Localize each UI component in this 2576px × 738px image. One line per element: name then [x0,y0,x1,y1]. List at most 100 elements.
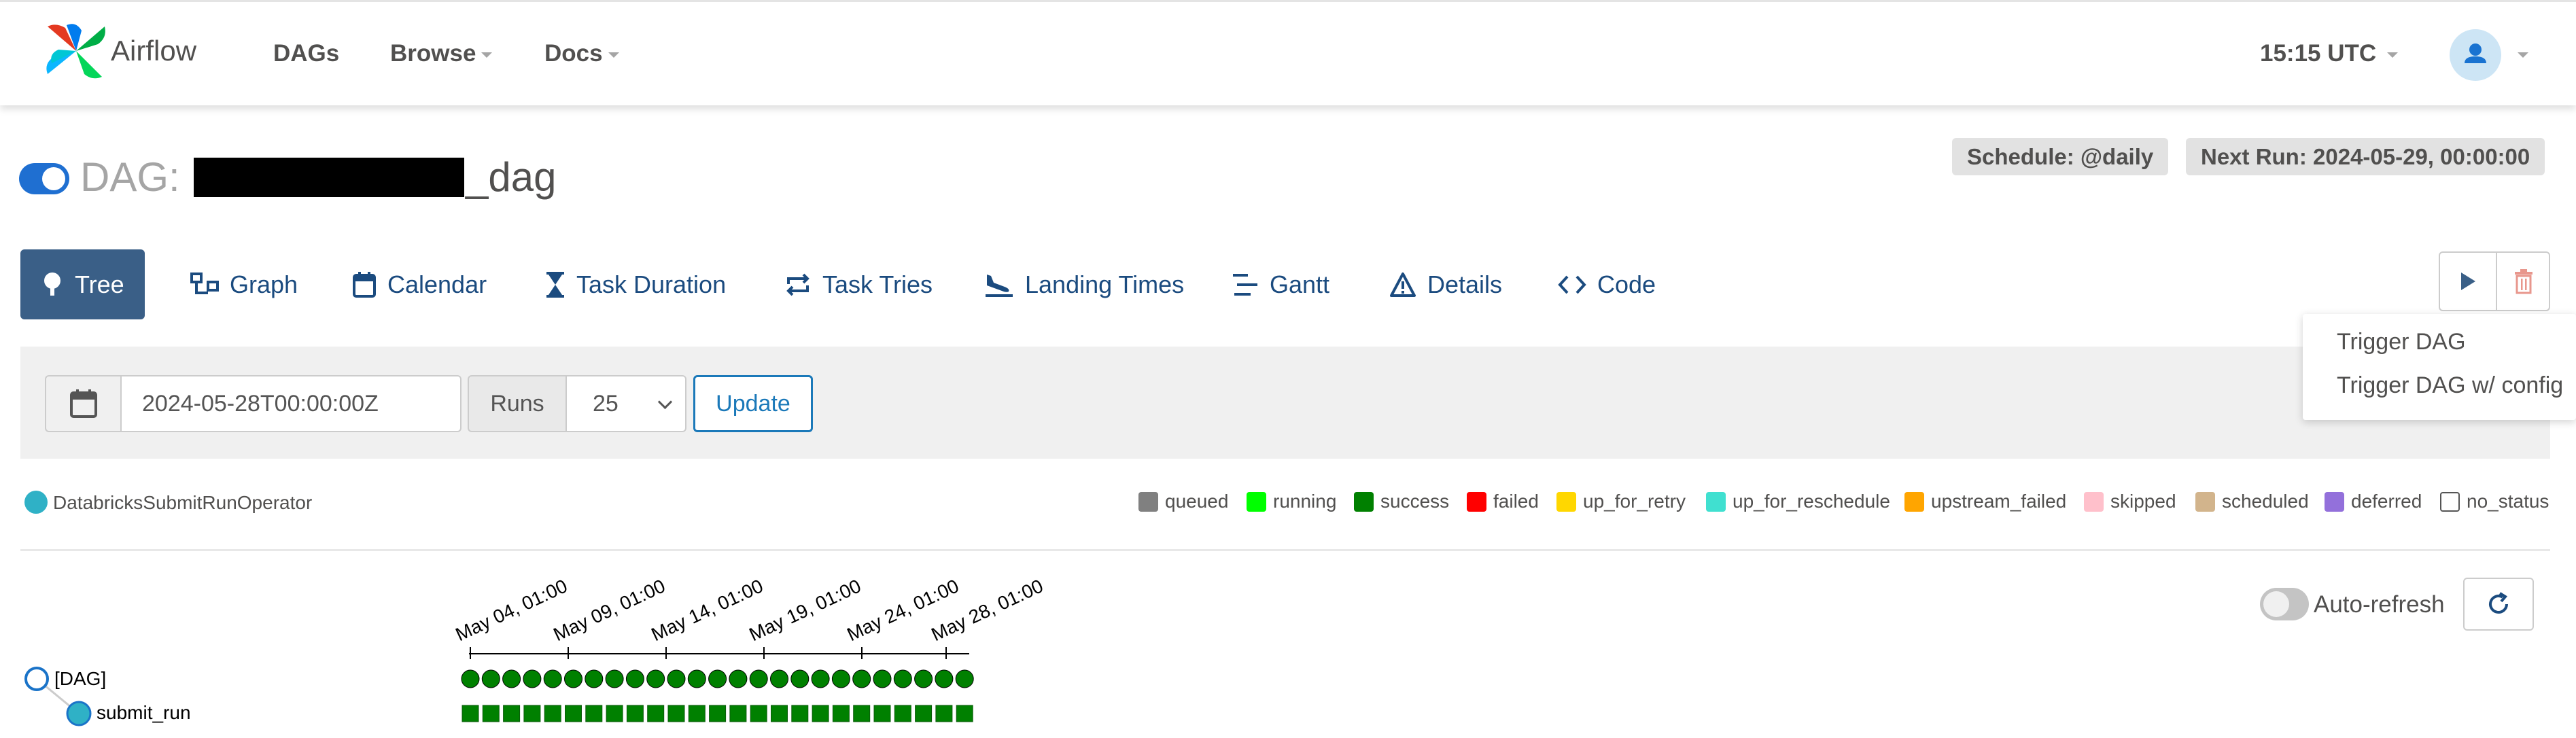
date-picker-button[interactable] [45,375,122,432]
nav-docs[interactable]: Docs [544,40,619,67]
dag-run-circle[interactable] [935,669,954,688]
nav-dags[interactable]: DAGs [273,40,339,67]
task-instance-square[interactable] [482,705,500,722]
legend-queued[interactable]: queued [1138,491,1228,512]
legend-no-status[interactable]: no_status [2440,491,2549,512]
dag-run-circle[interactable] [831,669,850,688]
dag-run-circle[interactable] [461,669,480,688]
dag-run-circle[interactable] [708,669,727,688]
legend-up-for-retry[interactable]: up_for_retry [1556,491,1686,512]
tab-details[interactable]: Details [1369,249,1522,319]
base-date-input[interactable]: 2024-05-28T00:00:00Z [122,375,462,432]
plane-landing-icon [986,274,1013,297]
auto-refresh-toggle[interactable] [2260,588,2309,620]
task-instance-square[interactable] [771,705,788,722]
tab-landing-times[interactable]: Landing Times [964,249,1204,319]
dag-run-circle[interactable] [852,669,871,688]
legend-failed[interactable]: failed [1467,491,1539,512]
refresh-button[interactable] [2463,578,2534,631]
task-instance-square[interactable] [585,705,603,722]
task-instance-square[interactable] [812,705,829,722]
task-instance-square[interactable] [544,705,561,722]
task-instance-square[interactable] [853,705,871,722]
dag-run-circle[interactable] [585,669,604,688]
task-instance-square[interactable] [832,705,850,722]
dag-run-circle[interactable] [687,669,706,688]
task-instance-square[interactable] [915,705,933,722]
task-node-circle[interactable] [66,701,92,726]
dag-run-circle[interactable] [729,669,748,688]
dag-run-circle[interactable] [667,669,686,688]
legend-deferred[interactable]: deferred [2325,491,2422,512]
dag-run-circle[interactable] [543,669,562,688]
dag-run-circle[interactable] [481,669,500,688]
task-instance-square[interactable] [462,705,479,722]
task-instance-square[interactable] [709,705,727,722]
legend-scheduled[interactable]: scheduled [2195,491,2309,512]
task-instance-square[interactable] [935,705,953,722]
dag-run-circle[interactable] [646,669,665,688]
dag-run-circle[interactable] [749,669,768,688]
task-instance-square[interactable] [956,705,973,722]
tab-calendar[interactable]: Calendar [332,249,507,319]
trigger-dag-button[interactable] [2440,253,2496,310]
chevron-down-icon[interactable] [2518,52,2528,58]
user-avatar[interactable] [2450,29,2501,81]
dag-run-circle[interactable] [605,669,624,688]
axis-date-label: May 09, 01:00 [550,575,668,645]
task-instance-square[interactable] [729,705,747,722]
legend-up-for-reschedule[interactable]: up_for_reschedule [1706,491,1890,512]
runs-select[interactable]: 25 [567,375,686,432]
nav-browse[interactable]: Browse [390,40,493,67]
legend-skipped[interactable]: skipped [2084,491,2176,512]
task-instance-square[interactable] [750,705,767,722]
tab-task-tries[interactable]: Task Tries [764,249,953,319]
dag-title-prefix: DAG: [80,154,180,200]
dag-run-circle[interactable] [893,669,912,688]
tab-tree[interactable]: Tree [20,249,145,319]
dag-run-circle[interactable] [811,669,830,688]
dag-run-circle[interactable] [955,669,974,688]
task-instance-square[interactable] [565,705,582,722]
airflow-logo-icon[interactable] [42,20,110,82]
task-instance-square[interactable] [688,705,706,722]
legend-upstream-failed[interactable]: upstream_failed [1904,491,2066,512]
hourglass-icon [546,271,564,298]
dag-run-circle[interactable] [873,669,892,688]
task-instance-square[interactable] [606,705,623,722]
task-instance-square[interactable] [647,705,665,722]
timezone-clock[interactable]: 15:15 UTC [2260,40,2399,67]
dag-run-circle[interactable] [625,669,644,688]
runs-group: Runs 25 [468,375,686,432]
tab-gantt-label: Gantt [1270,270,1330,298]
repeat-icon [786,273,810,296]
legend-success[interactable]: success [1354,491,1449,512]
legend-running[interactable]: running [1247,491,1336,512]
tab-graph[interactable]: Graph [170,249,318,319]
menu-item-trigger-dag[interactable]: Trigger DAG [2337,329,2466,355]
tab-task-duration[interactable]: Task Duration [525,249,746,319]
dag-run-circle[interactable] [564,669,582,688]
task-instance-square[interactable] [667,705,685,722]
dag-run-circle[interactable] [502,669,521,688]
menu-item-trigger-dag-config[interactable]: Trigger DAG w/ config [2337,372,2563,399]
task-instance-square[interactable] [873,705,891,722]
task-instance-square[interactable] [626,705,644,722]
task-instance-square[interactable] [503,705,521,722]
tab-code[interactable]: Code [1537,249,1676,319]
dag-run-circle[interactable] [523,669,542,688]
dag-run-circle[interactable] [790,669,810,688]
tab-gantt[interactable]: Gantt [1211,249,1350,319]
dag-node-circle[interactable] [24,667,49,691]
task-instance-square[interactable] [523,705,541,722]
clock-time: 15:15 UTC [2260,40,2377,67]
update-button[interactable]: Update [693,375,813,432]
dag-pause-toggle[interactable] [19,163,69,194]
delete-dag-button[interactable] [2496,253,2552,310]
dag-run-circle[interactable] [914,669,933,688]
brand-name[interactable]: Airflow [111,35,196,67]
task-instance-square[interactable] [791,705,809,722]
task-instance-square[interactable] [894,705,911,722]
tab-graph-label: Graph [230,270,298,298]
dag-run-circle[interactable] [770,669,788,688]
